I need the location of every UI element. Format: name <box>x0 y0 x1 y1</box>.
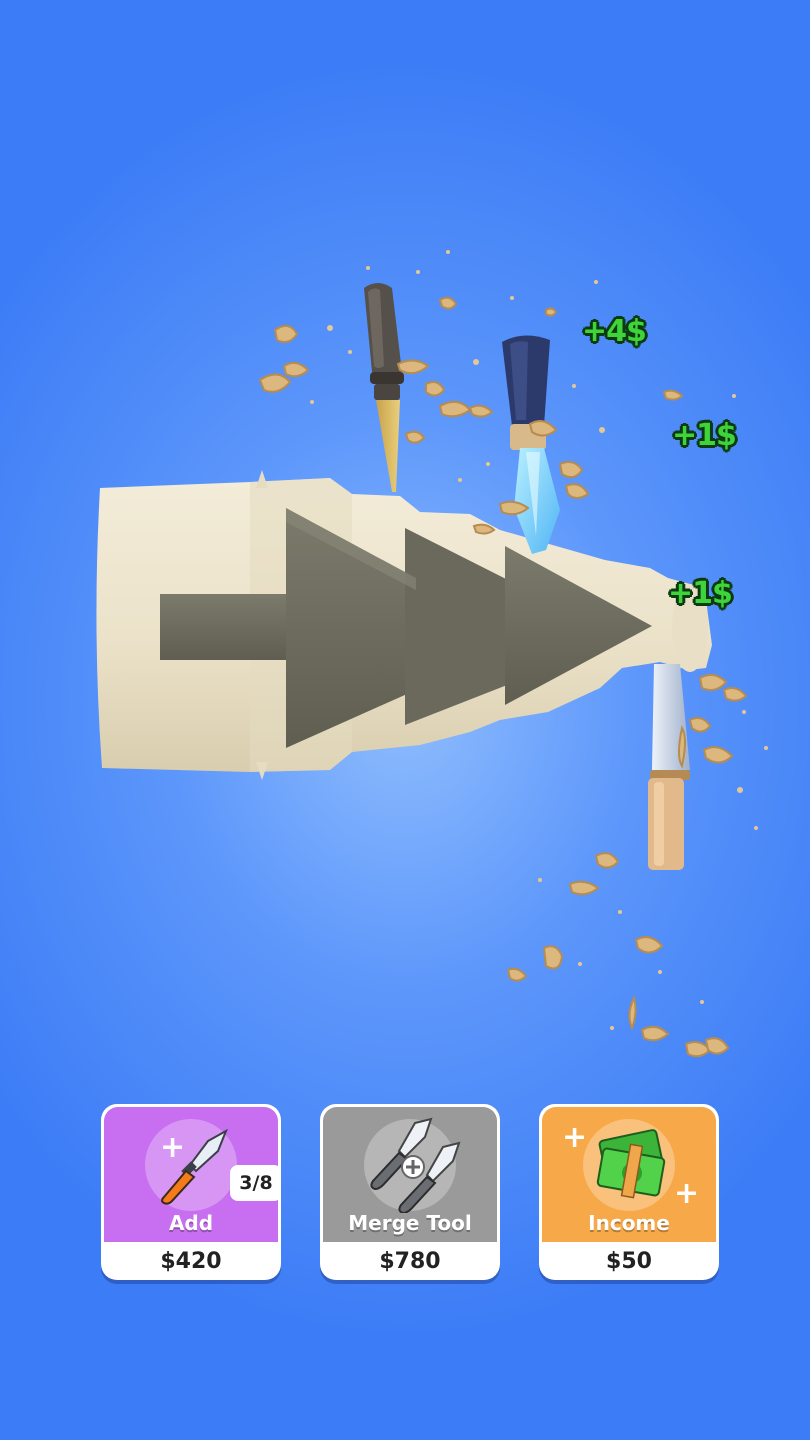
add-button-price: $420 <box>160 1249 222 1274</box>
merge-button-label: Merge Tool <box>348 1211 472 1235</box>
crystal-chisel-tool <box>502 335 560 554</box>
merge-button-face: Merge Tool <box>323 1107 497 1242</box>
merge-button-price: $780 <box>379 1249 441 1274</box>
income-button-face: + + Income <box>542 1107 716 1242</box>
money-stack-icon <box>596 1129 666 1199</box>
reward-popup: +1$ <box>668 576 733 611</box>
add-button-face: + 3/8 Add <box>104 1107 281 1242</box>
chisel-icon <box>161 1128 228 1205</box>
plus-icon: + <box>674 1176 700 1211</box>
dark-chisel-tool <box>364 283 404 492</box>
reward-popup: +1$ <box>672 418 737 453</box>
add-tool-button[interactable]: + 3/8 Add $420 <box>101 1104 281 1280</box>
income-button[interactable]: + + Income $50 <box>539 1104 719 1280</box>
income-button-price: $50 <box>606 1249 652 1274</box>
tool-count-badge: 3/8 <box>230 1165 281 1201</box>
reward-popup: +4$ <box>582 314 647 349</box>
income-button-label: Income <box>588 1211 670 1235</box>
merge-chisels-icon <box>370 1117 461 1213</box>
merge-tool-button[interactable]: Merge Tool $780 <box>320 1104 500 1280</box>
add-button-label: Add <box>168 1211 214 1235</box>
plus-icon: + <box>562 1120 588 1155</box>
wooden-chisel-tool <box>648 664 690 870</box>
